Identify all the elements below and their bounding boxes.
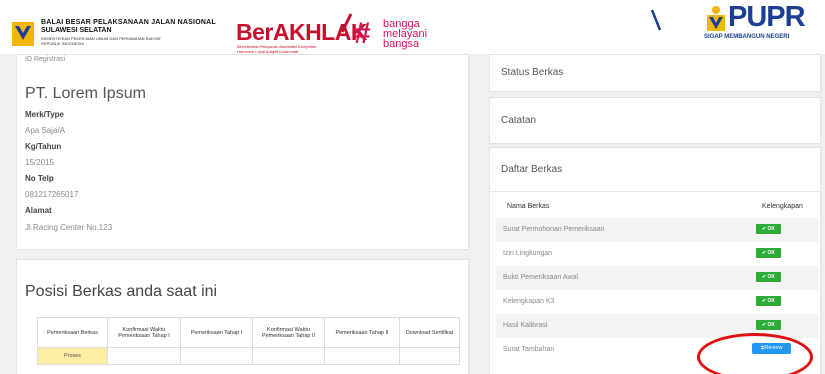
ok-badge: ✔ OK	[756, 320, 781, 330]
no-telp-label: No Telp	[25, 174, 54, 183]
berkas-name: Surat Tambahan	[503, 346, 555, 353]
catatan-card: Catatan	[489, 97, 821, 144]
ok-badge: ✔ OK	[756, 224, 781, 234]
alamat-label: Alamat	[25, 206, 52, 215]
daftar-berkas-title: Daftar Berkas	[501, 164, 563, 175]
proses-cell: Proses	[37, 347, 108, 365]
list-item: Kelengkapan K3 ✔ OK	[496, 290, 818, 314]
pupr-tagline: SIGAP MEMBANGUN NEGERI	[704, 34, 790, 40]
column-header: Pemeriksaan Berkas	[37, 317, 108, 348]
berkas-name: Kelengkapan K3	[503, 298, 555, 305]
highlight-circle	[697, 333, 813, 374]
berkas-name: Izin Lingkungan	[503, 250, 553, 257]
kg-tahun-label: Kg/Tahun	[25, 142, 62, 151]
column-header: Pemeriksaan Tahap I	[180, 317, 253, 348]
company-name: PT. Lorem Ipsum	[25, 85, 146, 102]
column-header: Pemeriksaan Tahap II	[324, 317, 400, 348]
list-item: Izin Lingkungan ✔ OK	[496, 242, 818, 266]
status-berkas-title: Status Berkas	[501, 67, 564, 78]
merk-type-label: Merk/Type	[25, 110, 64, 119]
column-header: Konfirmasi Waktu Pemeriksaan Tahap II	[252, 317, 325, 348]
registration-id-label: ID Registrasi	[25, 56, 66, 63]
org-region: SULAWESI SELATAN	[41, 27, 112, 34]
no-telp-value: 081217265017	[25, 190, 79, 199]
alamat-value: Jl.Racing Center No.123	[25, 223, 113, 232]
column-header: Download Sertifikat	[399, 317, 460, 348]
decorative-slash-icon	[650, 9, 662, 31]
org-name: BALAI BESAR PELAKSANAAN JALAN NASIONAL	[41, 19, 216, 26]
merk-type-value: Apa Saja/A	[25, 126, 66, 135]
berkas-name: Surat Permohonan Pemeriksaan	[503, 226, 605, 233]
hashtag-icon: #	[354, 17, 371, 50]
ok-badge: ✔ OK	[756, 272, 781, 282]
list-item: Surat Permohonan Pemeriksaan ✔ OK	[496, 218, 818, 242]
berkas-name: Hasil Kalibrasi	[503, 322, 548, 329]
header: BALAI BESAR PELAKSANAAN JALAN NASIONAL S…	[0, 0, 825, 54]
bangsa-word: bangsa	[383, 38, 420, 50]
kelengkapan-header: Kelengkapan	[762, 203, 803, 210]
divider	[490, 191, 822, 192]
kg-tahun-value: 15/2015	[25, 158, 54, 167]
berakhlak-swoosh-icon	[340, 13, 353, 33]
file-position-card: Posisi Berkas anda saat ini Pemeriksaan …	[16, 259, 469, 374]
list-item: Bukti Pemeriksaan Awal ✔ OK	[496, 266, 818, 290]
file-position-title: Posisi Berkas anda saat ini	[25, 283, 218, 300]
ok-badge: ✔ OK	[756, 248, 781, 258]
berakhlak-tagline-2: Harmonis Loyal Adaptif Kolaboratif	[237, 49, 299, 54]
table-cell	[180, 347, 253, 365]
ok-badge: ✔ OK	[756, 296, 781, 306]
berkas-name: Bukti Pemeriksaan Awal	[503, 274, 578, 281]
catatan-title: Catatan	[501, 115, 537, 126]
page-content: ID Registrasi PT. Lorem Ipsum Merk/Type …	[0, 54, 825, 374]
pupr-logo-text: PUPR	[728, 1, 806, 33]
status-berkas-card: Status Berkas	[489, 54, 821, 92]
table-cell	[324, 347, 400, 365]
pupr-logo-mark-icon	[707, 6, 725, 31]
table-cell	[399, 347, 460, 365]
vehicle-info-card: ID Registrasi PT. Lorem Ipsum Merk/Type …	[16, 54, 469, 250]
file-position-table: Pemeriksaan Berkas Konfirmasi Waktu Peme…	[37, 317, 460, 365]
org-country: REPUBLIK INDONESIA	[41, 41, 84, 46]
table-header-row: Pemeriksaan Berkas Konfirmasi Waktu Peme…	[37, 317, 460, 348]
pupr-emblem-icon	[12, 22, 34, 46]
column-header: Konfirmasi Waktu Pemeriksaan Tahap I	[107, 317, 181, 348]
table-row: Proses	[37, 347, 460, 365]
table-cell	[107, 347, 181, 365]
bangga-melayani-logo: bangga melayani bangsa	[383, 19, 427, 50]
table-cell	[252, 347, 325, 365]
nama-berkas-header: Nama Berkas	[507, 203, 550, 210]
